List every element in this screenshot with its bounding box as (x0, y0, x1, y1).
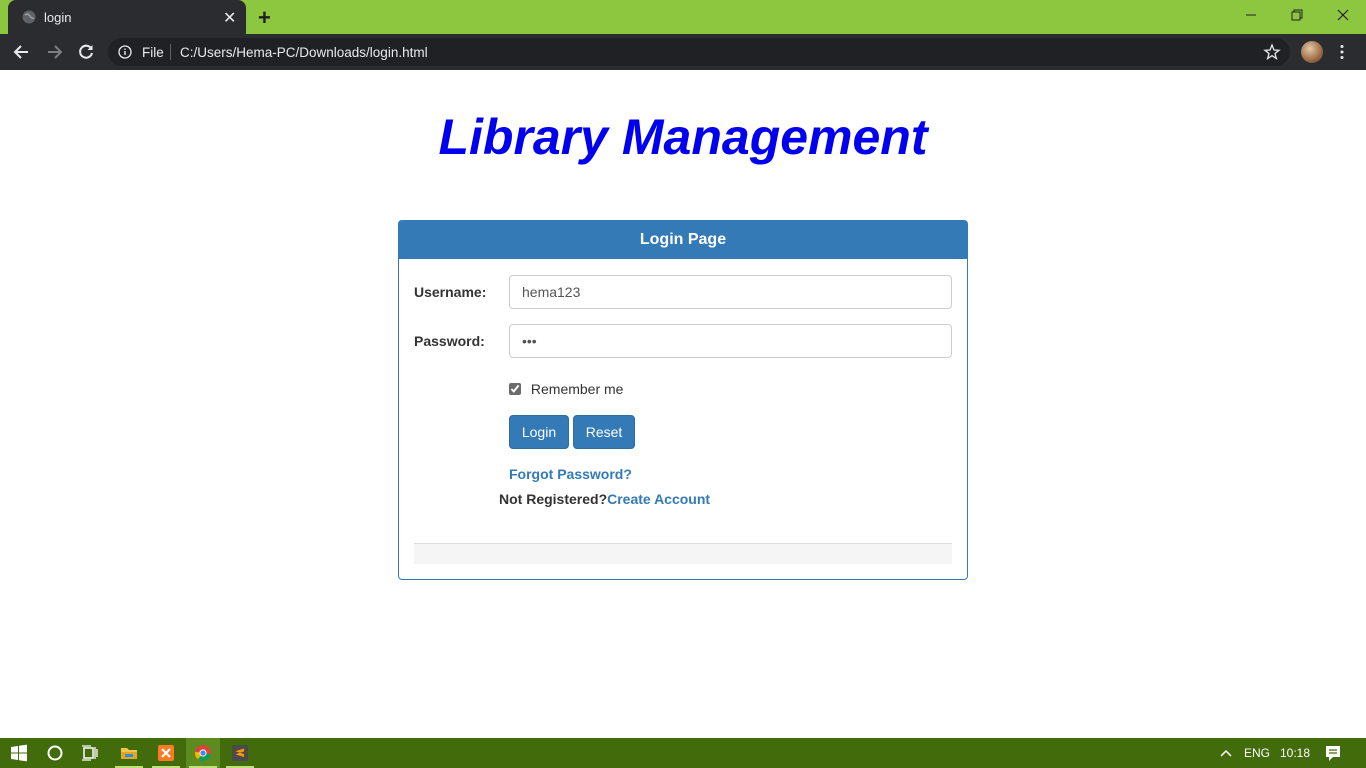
cortana-icon[interactable] (45, 743, 65, 763)
chrome-icon[interactable] (193, 743, 213, 763)
login-button[interactable]: Login (509, 415, 569, 449)
browser-tab[interactable]: login ✕ (8, 0, 246, 34)
action-center-icon[interactable] (1323, 743, 1343, 763)
username-input[interactable] (509, 275, 952, 309)
show-hidden-icons-icon[interactable] (1216, 743, 1236, 763)
task-view-icon[interactable] (80, 743, 100, 763)
taskbar: ENG 10:18 (0, 738, 1366, 768)
window-close-icon[interactable] (1328, 5, 1358, 25)
password-input[interactable] (509, 324, 952, 358)
password-label: Password: (414, 333, 485, 349)
address-bar[interactable]: File C:/Users/Hema-PC/Downloads/login.ht… (108, 38, 1290, 66)
username-label: Username: (414, 284, 487, 300)
start-icon[interactable] (9, 743, 29, 763)
file-explorer-icon[interactable] (119, 743, 139, 763)
globe-icon (22, 10, 36, 24)
not-registered-row: Not Registered?Create Account (499, 491, 710, 507)
xampp-icon[interactable] (156, 743, 176, 763)
minimize-icon[interactable] (1236, 5, 1266, 25)
forgot-password-link[interactable]: Forgot Password? (509, 466, 632, 482)
url-scheme-label: File (142, 45, 164, 60)
forward-arrow-icon[interactable] (44, 42, 64, 62)
panel-footer (414, 543, 952, 564)
restore-icon[interactable] (1282, 5, 1312, 25)
browser-tab-strip: login ✕ + (0, 0, 1366, 34)
back-arrow-icon[interactable] (12, 42, 32, 62)
reset-button[interactable]: Reset (573, 415, 635, 449)
create-account-link[interactable]: Create Account (607, 491, 710, 507)
browser-toolbar: File C:/Users/Hema-PC/Downloads/login.ht… (0, 34, 1366, 70)
url-text[interactable]: C:/Users/Hema-PC/Downloads/login.html (180, 45, 428, 60)
tab-title: login (44, 10, 72, 25)
sublime-text-icon[interactable] (230, 743, 250, 763)
url-separator (170, 44, 171, 60)
bookmark-star-icon[interactable] (1263, 43, 1281, 61)
panel-heading: Login Page (399, 221, 967, 259)
remember-me-label: Remember me (530, 381, 624, 397)
page-title: Library Management (438, 109, 928, 165)
remember-me-row: Remember me (509, 381, 623, 397)
remember-me-checkbox[interactable] (509, 383, 521, 395)
profile-avatar[interactable] (1301, 41, 1323, 63)
info-icon[interactable] (118, 45, 132, 59)
language-indicator[interactable]: ENG (1244, 746, 1270, 760)
tab-close-icon[interactable]: ✕ (223, 8, 236, 28)
login-panel: Login Page Username: Password: Remember … (398, 220, 968, 580)
more-menu-icon[interactable] (1337, 44, 1347, 60)
reload-icon[interactable] (76, 42, 96, 62)
clock[interactable]: 10:18 (1280, 746, 1310, 760)
not-registered-text: Not Registered? (499, 491, 608, 507)
new-tab-icon[interactable]: + (258, 5, 271, 31)
